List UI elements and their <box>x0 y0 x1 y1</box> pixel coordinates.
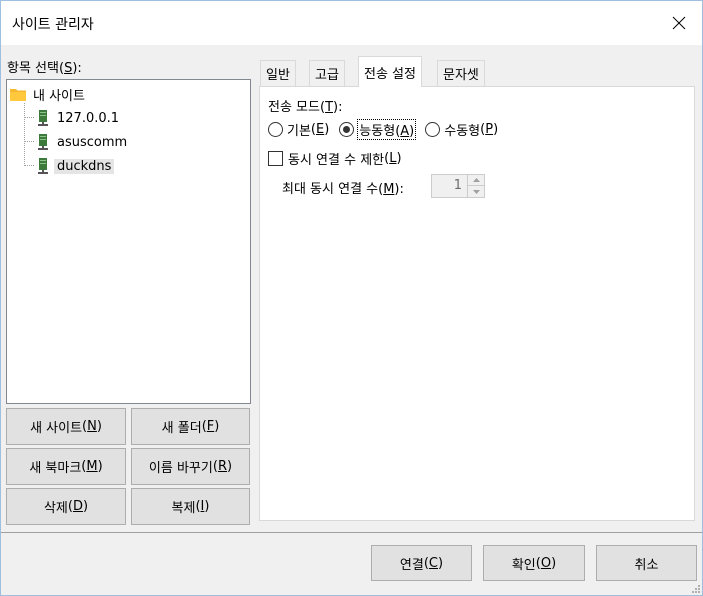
spinner-value: 1 <box>453 178 462 193</box>
rename-button[interactable]: 이름 바꾸기(R) <box>131 448 250 485</box>
radio-circle-checked <box>339 122 355 137</box>
tree-connector <box>24 141 34 142</box>
button-label: 취소 <box>634 557 659 573</box>
ok-button[interactable]: 확인(O) <box>483 545 585 581</box>
close-icon <box>672 16 686 30</box>
limit-connections-checkbox[interactable]: 동시 연결 수 제한(L) <box>268 149 402 168</box>
radio-circle <box>425 122 441 137</box>
new-site-button[interactable]: 새 사이트(N) <box>6 408 126 445</box>
cancel-button[interactable]: 취소 <box>596 545 697 581</box>
tree-item-site[interactable]: 127.0.0.1 <box>38 108 122 128</box>
button-label: 확인 <box>511 557 536 573</box>
tree-label-text: 항목 선택 <box>7 61 59 76</box>
tree-item-label: 127.0.0.1 <box>57 110 120 126</box>
radio-key: P <box>485 122 494 137</box>
tree-label-key: S <box>64 61 73 76</box>
tab-label: 문자셋 <box>443 68 479 83</box>
spinner-up-button[interactable] <box>468 175 484 186</box>
radio-key: E <box>316 122 325 137</box>
focused-label: 능동형(A) <box>357 119 417 140</box>
max-connections-label: 최대 동시 연결 수(M): <box>282 182 404 197</box>
radio-default[interactable]: 기본(E) <box>268 120 329 139</box>
button-label: 이름 바꾸기 <box>148 461 213 476</box>
tab-label: 일반 <box>266 68 290 83</box>
max-connections-label-text: 최대 동시 연결 수 <box>282 182 379 197</box>
new-bookmark-button[interactable]: 새 북마크(M) <box>6 448 126 485</box>
tab-charset[interactable]: 문자셋 <box>437 60 485 86</box>
spinner-arrows <box>467 175 484 197</box>
folder-icon <box>10 88 26 101</box>
radio-label: 수동형 <box>444 124 481 139</box>
tree-item-label: 내 사이트 <box>33 88 85 104</box>
radio-dot <box>343 126 351 133</box>
button-label: 삭제 <box>43 501 68 516</box>
chevron-down-icon <box>472 189 480 194</box>
chevron-up-icon <box>472 178 480 182</box>
button-label: 연결 <box>399 557 424 573</box>
button-key: N <box>87 419 97 434</box>
title-bar: 사이트 관리자 <box>1 1 702 45</box>
duplicate-button[interactable]: 복제(I) <box>131 488 250 525</box>
connect-button[interactable]: 연결(C) <box>371 545 472 581</box>
radio-label: 능동형 <box>359 124 396 139</box>
new-folder-button[interactable]: 새 폴더(F) <box>131 408 250 445</box>
footer-separator <box>1 532 702 533</box>
radio-passive[interactable]: 수동형(P) <box>425 120 498 139</box>
radio-active[interactable]: 능동형(A) <box>339 119 417 140</box>
site-tree[interactable]: 내 사이트 127.0.0.1 asuscomm duckdns <box>6 79 251 404</box>
radio-label: 기본 <box>287 124 311 139</box>
tree-connector <box>24 103 25 166</box>
transfer-settings-panel: 전송 모드(T): 기본(E) 능동형(A) 수동형(P) 동시 연결 수 제한… <box>259 86 695 521</box>
site-manager-window: 사이트 관리자 항목 선택(S): 내 사이트 127.0.0.1 asusco… <box>0 0 703 596</box>
button-key: C <box>428 555 438 571</box>
transfer-mode-label-text: 전송 모드 <box>268 100 320 115</box>
window-title: 사이트 관리자 <box>12 17 94 33</box>
tab-label: 전송 설정 <box>364 66 416 82</box>
tab-advanced[interactable]: 고급 <box>309 60 345 86</box>
checkbox-label: 동시 연결 수 제한 <box>288 153 385 168</box>
delete-button[interactable]: 삭제(D) <box>6 488 126 525</box>
tree-connector <box>24 165 34 166</box>
button-key: D <box>72 499 83 514</box>
button-label: 새 북마크 <box>29 461 82 476</box>
server-icon <box>38 134 48 150</box>
tree-connector <box>24 117 34 118</box>
tab-general[interactable]: 일반 <box>260 60 296 86</box>
server-icon <box>38 110 48 126</box>
resize-grip-icon[interactable] <box>690 583 700 593</box>
button-key: F <box>206 419 215 434</box>
button-key: M <box>86 459 98 474</box>
max-connections-key: M <box>383 182 395 197</box>
button-key: R <box>217 459 227 474</box>
tab-transfer-settings[interactable]: 전송 설정 <box>358 56 422 87</box>
tree-item-label: duckdns <box>54 158 115 174</box>
tree-item-label: asuscomm <box>57 134 128 150</box>
max-connections-spinner[interactable]: 1 <box>431 174 485 198</box>
spinner-down-button[interactable] <box>468 186 484 197</box>
transfer-mode-key: T <box>325 100 334 115</box>
checkbox-box <box>268 151 283 166</box>
server-icon <box>38 158 48 174</box>
tree-item-root[interactable]: 내 사이트 <box>10 84 88 104</box>
radio-key: A <box>400 124 410 139</box>
radio-circle <box>268 122 283 137</box>
tree-label: 항목 선택(S): <box>7 61 82 76</box>
button-label: 새 폴더 <box>161 421 202 436</box>
transfer-mode-group: 기본(E) 능동형(A) 수동형(P) <box>268 119 508 140</box>
button-key: O <box>540 555 552 571</box>
transfer-mode-label: 전송 모드(T): <box>268 100 343 115</box>
tree-item-site[interactable]: asuscomm <box>38 132 130 152</box>
tree-item-site-selected[interactable]: duckdns <box>38 156 115 176</box>
button-label: 복제 <box>171 501 196 516</box>
checkbox-key: L <box>389 151 397 166</box>
close-button[interactable] <box>656 1 702 45</box>
tab-label: 고급 <box>315 68 339 83</box>
button-label: 새 사이트 <box>30 421 83 436</box>
button-key: I <box>200 499 205 514</box>
